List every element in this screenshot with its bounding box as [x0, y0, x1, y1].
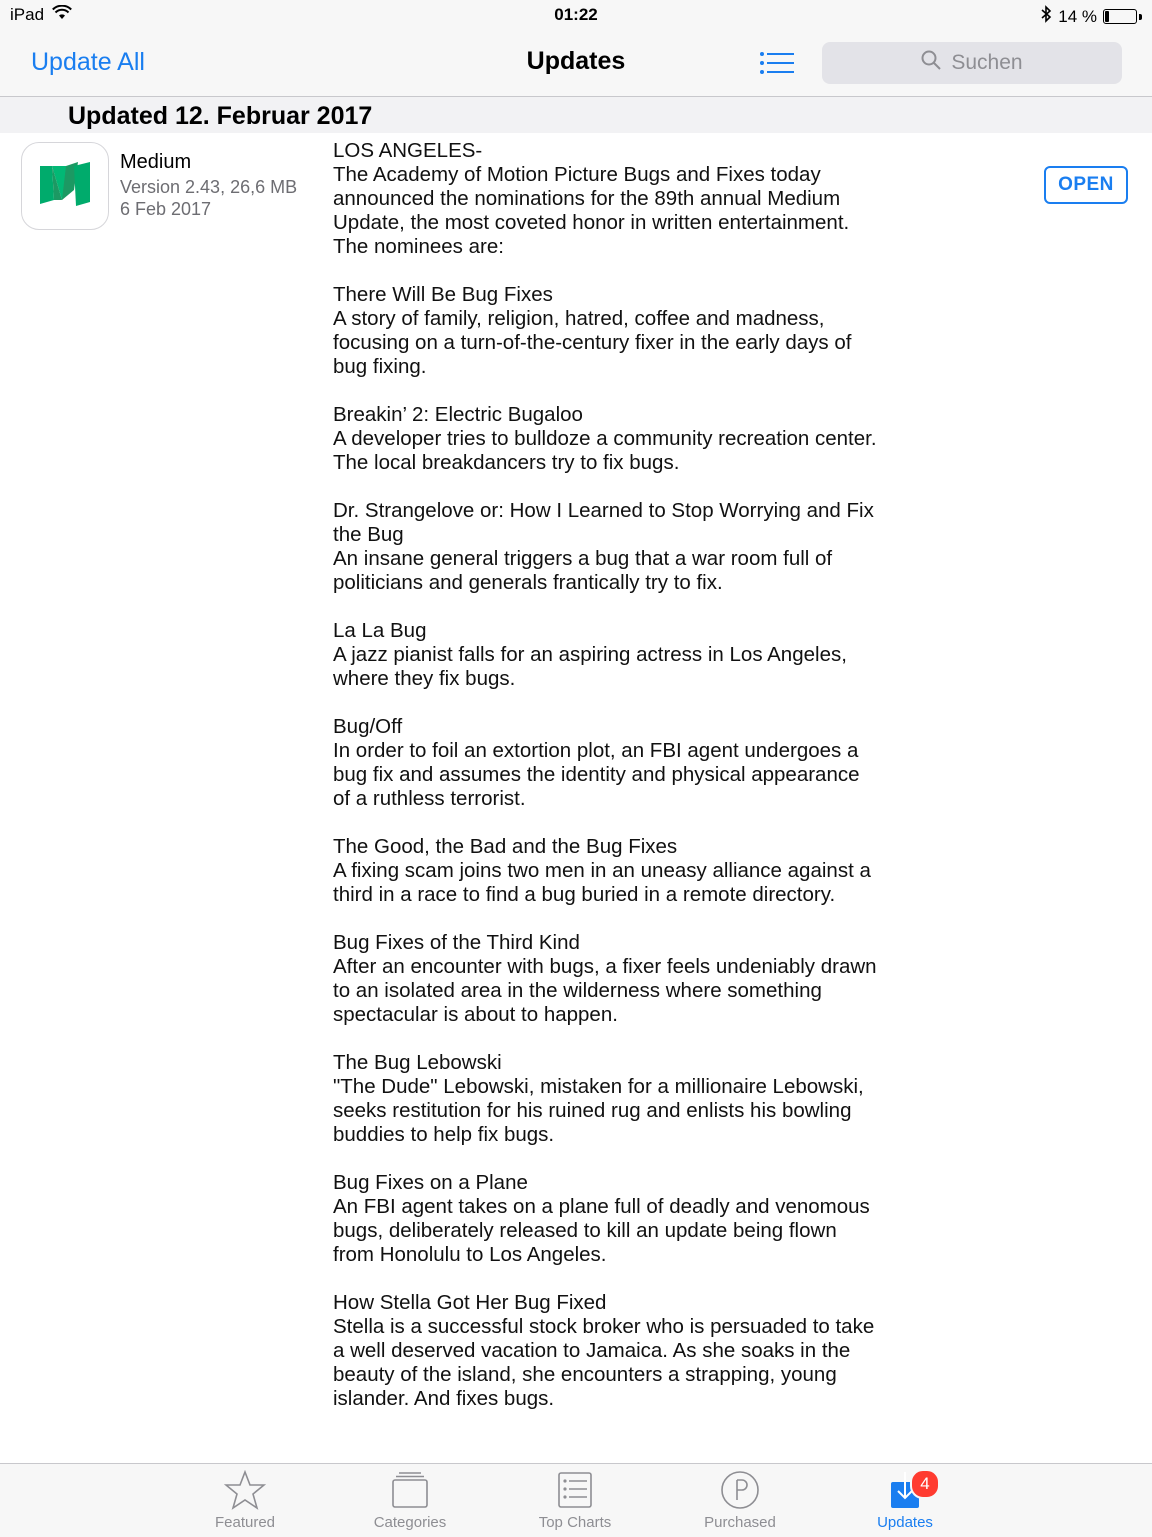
nominee-line: bug fixing. — [333, 355, 427, 378]
battery-fill — [1105, 11, 1109, 22]
section-title: Updated 12. Februar 2017 — [68, 102, 373, 130]
list-icon — [557, 1466, 593, 1514]
nominee-line: A story of family, religion, hatred, cof… — [333, 307, 825, 330]
nominee-line: In order to foil an extortion plot, an F… — [333, 739, 859, 762]
nominee-title: Breakin’ 2: Electric Bugaloo — [333, 403, 583, 426]
tab-label: Featured — [214, 1514, 276, 1531]
intro-line: LOS ANGELES- — [333, 139, 483, 162]
tab-label: Purchased — [704, 1514, 776, 1531]
nominee-line: from Honolulu to Los Angeles. — [333, 1243, 607, 1266]
tab-purchased[interactable]: Purchased — [665, 1464, 815, 1537]
release-notes: LOS ANGELES- The Academy of Motion Pictu… — [333, 139, 943, 1435]
intro-line: The nominees are: — [333, 235, 504, 258]
nominee-line: a well deserved vacation to Jamaica. As … — [333, 1339, 851, 1362]
nominee: Breakin’ 2: Electric Bugaloo A developer… — [333, 403, 943, 475]
tab-label: Updates — [877, 1514, 933, 1531]
nominee-line: A jazz pianist falls for an aspiring act… — [333, 643, 847, 666]
nominee-line: An FBI agent takes on a plane full of de… — [333, 1195, 870, 1218]
search-input[interactable]: Suchen — [822, 42, 1122, 84]
nominee-title: Bug Fixes on a Plane — [333, 1171, 528, 1194]
nominee: How Stella Got Her Bug Fixed Stella is a… — [333, 1291, 943, 1411]
nominee-line: "The Dude" Lebowski, mistaken for a mill… — [333, 1075, 864, 1098]
nominee-line: seeks restitution for his ruined rug and… — [333, 1099, 852, 1122]
status-time: 01:22 — [554, 5, 598, 24]
tab-label: Top Charts — [538, 1514, 612, 1531]
nominee: Bug Fixes of the Third Kind After an enc… — [333, 931, 943, 1027]
medium-logo-icon — [36, 160, 94, 213]
nav-bar: Update All Updates Suchen — [0, 30, 1152, 97]
tab-top-charts[interactable]: Top Charts — [500, 1464, 650, 1537]
tab-label: Categories — [373, 1514, 447, 1531]
app-version: Version 2.43, 26,6 MB — [120, 177, 298, 197]
tab-bar: Featured Categories Top Charts Purchased… — [0, 1463, 1152, 1537]
tab-featured[interactable]: Featured — [170, 1464, 320, 1537]
nominee-line: After an encounter with bugs, a fixer fe… — [333, 955, 877, 978]
nominee-line: An insane general triggers a bug that a … — [333, 547, 833, 570]
nominee: There Will Be Bug Fixes A story of famil… — [333, 283, 943, 379]
battery-percent: 14 % — [1058, 6, 1097, 26]
tab-updates[interactable]: 4 Updates — [830, 1464, 980, 1537]
battery-icon — [1103, 9, 1137, 24]
nominee-line: focusing on a turn-of-the-century fixer … — [333, 331, 852, 354]
nominee-line: third in a race to find a bug buried in … — [333, 883, 836, 906]
status-bar: iPad 01:22 14 % — [0, 0, 1152, 30]
nominee-line: bugs, deliberately released to kill an u… — [333, 1219, 837, 1242]
intro-line: The Academy of Motion Picture Bugs and F… — [333, 163, 821, 186]
nominee-title: Dr. Strangelove or: How I Learned to Sto… — [333, 499, 874, 522]
app-name: Medium — [120, 151, 192, 173]
nominee: The Good, the Bad and the Bug Fixes A fi… — [333, 835, 943, 907]
nominee-line: bug fix and assumes the identity and phy… — [333, 763, 860, 786]
medium-app-icon[interactable] — [21, 142, 109, 230]
app-date: 6 Feb 2017 — [120, 199, 212, 219]
star-icon — [224, 1466, 266, 1514]
search-placeholder: Suchen — [951, 51, 1023, 74]
release-intro: LOS ANGELES- The Academy of Motion Pictu… — [333, 139, 943, 259]
battery-tip — [1139, 13, 1142, 20]
nominee-title: The Good, the Bad and the Bug Fixes — [333, 835, 678, 858]
updates-badge: 4 — [910, 1469, 940, 1499]
nominee-line: politicians and generals frantically try… — [333, 571, 723, 594]
nominee-line: Stella is a successful stock broker who … — [333, 1315, 875, 1338]
nominee-line: islander. And fixes bugs. — [333, 1387, 555, 1410]
nominee: Bug/Off In order to foil an extortion pl… — [333, 715, 943, 811]
nominee-line: beauty of the island, she encounters a s… — [333, 1363, 837, 1386]
nominee: The Bug Lebowski "The Dude" Lebowski, mi… — [333, 1051, 943, 1147]
nominee-title: How Stella Got Her Bug Fixed — [333, 1291, 607, 1314]
nominee-title: Bug Fixes of the Third Kind — [333, 931, 580, 954]
search-icon — [921, 50, 942, 76]
nominee-line: spectacular is about to happen. — [333, 1003, 618, 1026]
nominee-line: buddies to help fix bugs. — [333, 1123, 555, 1146]
nominee-line: A fixing scam joins two men in an uneasy… — [333, 859, 871, 882]
status-right: 14 % — [1040, 5, 1142, 28]
nominee-title: La La Bug — [333, 619, 427, 642]
nominee: Bug Fixes on a Plane An FBI agent takes … — [333, 1171, 943, 1267]
nominee-line: The local breakdancers try to fix bugs. — [333, 451, 680, 474]
list-view-icon[interactable] — [760, 52, 794, 74]
nominee-title: the Bug — [333, 523, 404, 546]
nominee-title: The Bug Lebowski — [333, 1051, 502, 1074]
nominee-line: of a ruthless terrorist. — [333, 787, 526, 810]
nominee-line: to an isolated area in the wilderness wh… — [333, 979, 822, 1002]
nominee-title: Bug/Off — [333, 715, 403, 738]
nominee: La La Bug A jazz pianist falls for an as… — [333, 619, 943, 691]
purchased-icon — [720, 1466, 760, 1514]
intro-line: announced the nominations for the 89th a… — [333, 187, 841, 210]
categories-icon — [391, 1466, 429, 1514]
nominee: Dr. Strangelove or: How I Learned to Sto… — [333, 499, 943, 595]
intro-line: Update, the most coveted honor in writte… — [333, 211, 850, 234]
nominee-title: There Will Be Bug Fixes — [333, 283, 553, 306]
nominee-line: where they fix bugs. — [333, 667, 516, 690]
bluetooth-icon — [1040, 5, 1052, 28]
open-button[interactable]: OPEN — [1044, 166, 1128, 204]
section-header: Updated 12. Februar 2017 — [0, 97, 1152, 133]
nominee-line: A developer tries to bulldoze a communit… — [333, 427, 877, 450]
tab-categories[interactable]: Categories — [335, 1464, 485, 1537]
